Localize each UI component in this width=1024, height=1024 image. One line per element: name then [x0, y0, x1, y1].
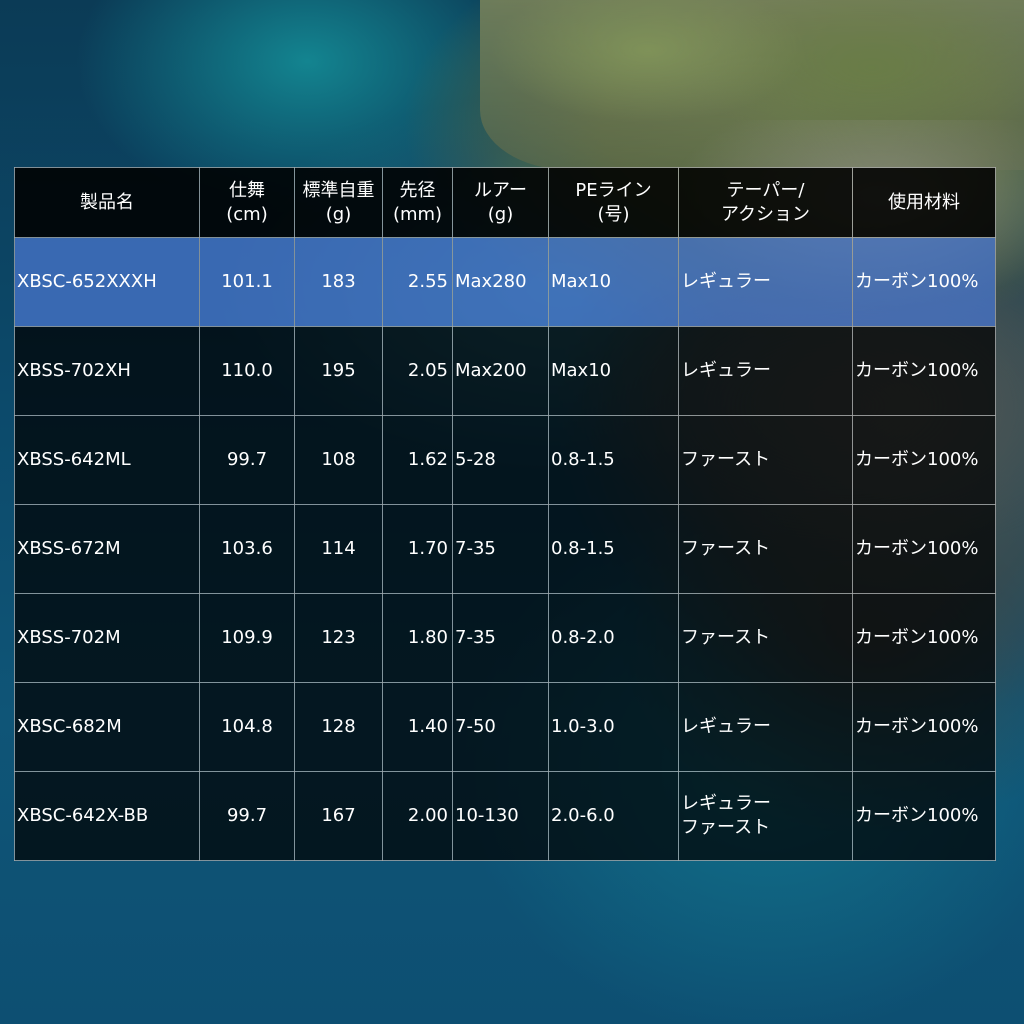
action-label: ファースト — [681, 449, 771, 470]
cell-lure-weight: 7-35 — [452, 593, 549, 683]
header-length: 仕舞 (cm) — [199, 167, 295, 238]
cell-length: 110.0 — [199, 326, 295, 416]
action-label: ファースト — [681, 538, 771, 559]
cell-tip-diameter: 2.00 — [382, 771, 453, 861]
header-label: 製品名 — [80, 191, 134, 213]
cell-lure-weight: Max200 — [452, 326, 549, 416]
cell-material: カーボン100% — [852, 682, 996, 772]
table-body: XBSC-652XXXH 101.1 183 2.55 Max280 Max10 レギュラー… — [14, 237, 996, 861]
header-label: 標準自重 — [302, 179, 375, 201]
cell-taper-action: ファースト — [678, 504, 853, 594]
cell-material: カーボン100% — [852, 771, 996, 861]
cell-material: カーボン100% — [852, 237, 996, 327]
header-label: (g) — [325, 203, 352, 225]
table-row: XBSS-642ML 99.7 108 1.62 5-28 0.8-1.5 ファースト カーボ… — [14, 415, 996, 505]
header-tip-diameter: 先径 (mm) — [382, 167, 453, 238]
cell-pe-line: 1.0-3.0 — [548, 682, 679, 772]
table-row: XBSS-702M 109.9 123 1.80 7-35 0.8-2.0 ファースト カーボ… — [14, 593, 996, 683]
header-lure-weight: ルアー (g) — [452, 167, 549, 238]
cell-tip-diameter: 1.40 — [382, 682, 453, 772]
cell-taper-action: レギュラー — [678, 326, 853, 416]
action-label: レギュラー — [681, 271, 771, 292]
cell-length: 103.6 — [199, 504, 295, 594]
cell-product-name: XBSS-672M — [14, 504, 200, 594]
cell-length: 101.1 — [199, 237, 295, 327]
spec-table-container: 製品名 仕舞 (cm) 標準自重 (g) 先径 (mm) ルアー (g) PEライン (号) テーパー… — [14, 167, 996, 861]
spec-table: 製品名 仕舞 (cm) 標準自重 (g) 先径 (mm) ルアー (g) PEライン (号) テーパー… — [14, 167, 996, 861]
cell-length: 104.8 — [199, 682, 295, 772]
cell-pe-line: 2.0-6.0 — [548, 771, 679, 861]
cell-pe-line: 0.8-2.0 — [548, 593, 679, 683]
cell-length: 109.9 — [199, 593, 295, 683]
cell-weight: 167 — [294, 771, 383, 861]
action-label: ファースト — [681, 627, 771, 648]
header-material: 使用材料 — [852, 167, 996, 238]
cell-product-name: XBSC-642X-BB — [14, 771, 200, 861]
cell-taper-action: レギュラーファースト — [678, 771, 853, 861]
header-row: 製品名 仕舞 (cm) 標準自重 (g) 先径 (mm) ルアー (g) PEライン (号) テーパー… — [14, 167, 996, 238]
cell-tip-diameter: 2.55 — [382, 237, 453, 327]
cell-weight: 128 — [294, 682, 383, 772]
header-label: ルアー — [474, 179, 527, 201]
cell-material: カーボン100% — [852, 593, 996, 683]
header-label: (mm) — [392, 203, 443, 225]
cell-length: 99.7 — [199, 415, 295, 505]
cell-material: カーボン100% — [852, 504, 996, 594]
action-label: レギュラー — [681, 360, 771, 381]
cell-lure-weight: 7-50 — [452, 682, 549, 772]
cell-weight: 183 — [294, 237, 383, 327]
header-label: PEライン — [575, 179, 652, 201]
cell-product-name: XBSS-702M — [14, 593, 200, 683]
cell-lure-weight: 5-28 — [452, 415, 549, 505]
table-header: 製品名 仕舞 (cm) 標準自重 (g) 先径 (mm) ルアー (g) PEライン (号) テーパー… — [14, 167, 996, 238]
header-label: (号) — [597, 203, 630, 225]
cell-lure-weight: 7-35 — [452, 504, 549, 594]
table-row: XBSS-672M 103.6 114 1.70 7-35 0.8-1.5 ファースト カーボ… — [14, 504, 996, 594]
table-row: XBSS-702XH 110.0 195 2.05 Max200 Max10 レギュラー カー… — [14, 326, 996, 416]
cell-product-name: XBSS-642ML — [14, 415, 200, 505]
cell-product-name: XBSC-682M — [14, 682, 200, 772]
action-label: ファースト — [681, 817, 771, 838]
cell-pe-line: 0.8-1.5 — [548, 504, 679, 594]
cell-taper-action: レギュラー — [678, 682, 853, 772]
cell-tip-diameter: 1.70 — [382, 504, 453, 594]
header-label: 仕舞 — [229, 179, 265, 201]
cell-lure-weight: Max280 — [452, 237, 549, 327]
action-label: レギュラー — [681, 793, 771, 814]
cell-product-name: XBSC-652XXXH — [14, 237, 200, 327]
header-label: (cm) — [226, 203, 268, 225]
cell-material: カーボン100% — [852, 415, 996, 505]
cell-pe-line: Max10 — [548, 326, 679, 416]
cell-weight: 123 — [294, 593, 383, 683]
header-pe-line: PEライン (号) — [548, 167, 679, 238]
cell-taper-action: ファースト — [678, 593, 853, 683]
cell-taper-action: レギュラー — [678, 237, 853, 327]
header-label: アクション — [720, 203, 811, 225]
cell-material: カーボン100% — [852, 326, 996, 416]
cell-weight: 114 — [294, 504, 383, 594]
cell-product-name: XBSS-702XH — [14, 326, 200, 416]
table-row: XBSC-652XXXH 101.1 183 2.55 Max280 Max10 レギュラー… — [14, 237, 996, 327]
cell-pe-line: 0.8-1.5 — [548, 415, 679, 505]
cell-weight: 195 — [294, 326, 383, 416]
header-label: テーパー/ — [726, 179, 805, 201]
table-row: XBSC-642X-BB 99.7 167 2.00 10-130 2.0-6.0 レギュラ… — [14, 771, 996, 861]
cell-tip-diameter: 1.62 — [382, 415, 453, 505]
cell-length: 99.7 — [199, 771, 295, 861]
cell-lure-weight: 10-130 — [452, 771, 549, 861]
header-label: 先径 — [399, 179, 436, 201]
header-label: 使用材料 — [888, 191, 960, 213]
cell-taper-action: ファースト — [678, 415, 853, 505]
header-label: (g) — [487, 203, 514, 225]
cell-tip-diameter: 2.05 — [382, 326, 453, 416]
cell-weight: 108 — [294, 415, 383, 505]
header-weight: 標準自重 (g) — [294, 167, 383, 238]
cell-tip-diameter: 1.80 — [382, 593, 453, 683]
table-row: XBSC-682M 104.8 128 1.40 7-50 1.0-3.0 レギュラー カーボ… — [14, 682, 996, 772]
header-taper-action: テーパー/アクション — [678, 167, 853, 238]
action-label: レギュラー — [681, 716, 771, 737]
header-product-name: 製品名 — [14, 167, 200, 238]
cell-pe-line: Max10 — [548, 237, 679, 327]
